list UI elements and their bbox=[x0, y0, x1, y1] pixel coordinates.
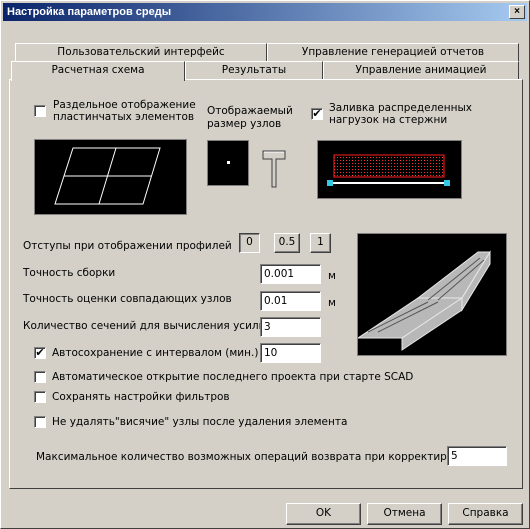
tab-animation-control[interactable]: Управление анимацией bbox=[323, 61, 519, 79]
separate-plates-checkbox[interactable] bbox=[34, 105, 46, 117]
undo-ops-input[interactable]: 5 bbox=[447, 446, 507, 466]
save-filters-checkbox[interactable] bbox=[34, 391, 46, 403]
autosave-label: Автосохранение с интервалом (мин.) bbox=[52, 347, 259, 359]
auto-open-checkbox[interactable] bbox=[34, 371, 46, 383]
node-precision-unit: м bbox=[328, 297, 336, 309]
node-precision-label: Точность оценки совпадающих узлов bbox=[23, 293, 232, 305]
plates-preview bbox=[34, 139, 187, 215]
autosave-checkbox[interactable]: ✔ bbox=[34, 347, 46, 359]
tab-report-generation[interactable]: Управление генерацией отчетов bbox=[267, 43, 519, 61]
offset-1-button[interactable]: 1 bbox=[310, 233, 331, 253]
assembly-precision-label: Точность сборки bbox=[23, 267, 116, 279]
separate-plates-label: Раздельное отображение пластинчатых элем… bbox=[53, 99, 196, 123]
sections-count-input[interactable]: 3 bbox=[260, 317, 321, 337]
node-size-label: Отображаемый размер узлов bbox=[207, 105, 293, 130]
node-size-preview bbox=[207, 140, 249, 186]
fill-loads-label: Заливка распределенных нагрузок на стерж… bbox=[329, 102, 472, 126]
profile-preview bbox=[356, 233, 507, 356]
undo-ops-label: Максимальное количество возможных операц… bbox=[36, 451, 473, 463]
auto-open-label: Автоматическое открытие последнего проек… bbox=[52, 371, 414, 383]
save-filters-label: Сохранять настройки фильтров bbox=[52, 391, 230, 403]
title-bar: Настройка параметров среды × bbox=[3, 3, 527, 21]
offset-0-button[interactable]: 0 bbox=[239, 233, 260, 253]
ok-button[interactable]: OK bbox=[286, 503, 361, 525]
assembly-precision-input[interactable]: 0.001 bbox=[260, 264, 321, 284]
profile-offsets-label: Отступы при отображении профилей bbox=[23, 240, 232, 252]
autosave-interval-input[interactable]: 10 bbox=[260, 343, 321, 363]
window-title: Настройка параметров среды bbox=[7, 6, 172, 18]
node-precision-input[interactable]: 0.01 bbox=[260, 291, 321, 311]
settings-dialog: Настройка параметров среды × Пользовател… bbox=[0, 0, 530, 529]
offset-05-button[interactable]: 0.5 bbox=[274, 233, 300, 253]
help-button[interactable]: Справка bbox=[448, 503, 523, 525]
fill-loads-checkbox[interactable]: ✔ bbox=[311, 108, 323, 120]
sections-count-label: Количество сечений для вычисления усилий bbox=[23, 320, 273, 332]
keep-nodes-label: Не удалять"висячие" узлы после удаления … bbox=[52, 416, 348, 428]
cancel-button[interactable]: Отмена bbox=[367, 503, 442, 525]
tab-design-scheme[interactable]: Расчетная схема bbox=[11, 61, 185, 81]
keep-nodes-checkbox[interactable] bbox=[34, 416, 46, 428]
close-button[interactable]: × bbox=[509, 5, 525, 19]
tab-results[interactable]: Результаты bbox=[185, 61, 323, 79]
assembly-precision-unit: м bbox=[328, 270, 336, 282]
node-size-slider-icon[interactable] bbox=[259, 147, 289, 191]
tab-user-interface[interactable]: Пользовательский интерфейс bbox=[15, 43, 267, 61]
load-fill-preview bbox=[317, 140, 462, 199]
